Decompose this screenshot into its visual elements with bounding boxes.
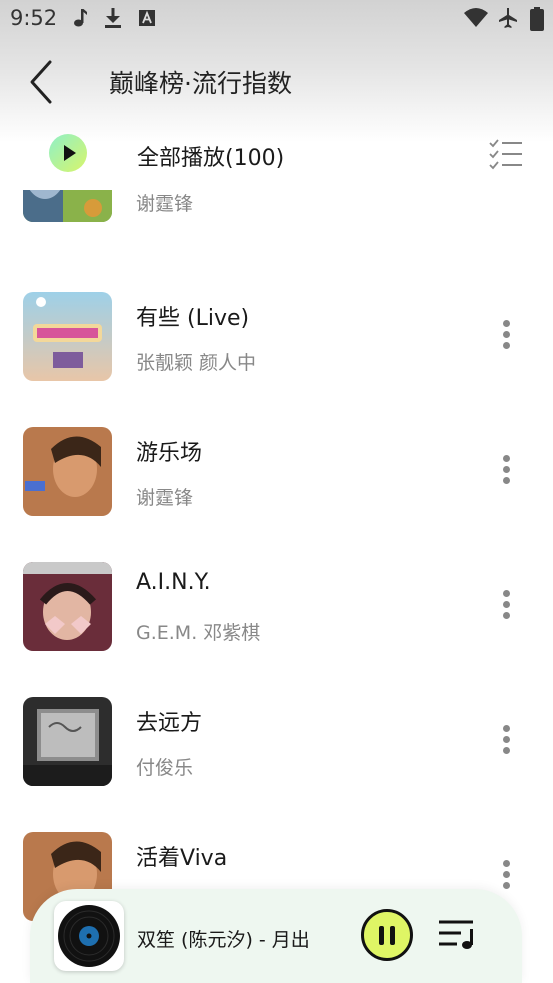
more-options-icon[interactable] (494, 588, 518, 626)
album-cover (23, 190, 112, 222)
now-playing-title: 双笙 (陈元汐) - 月出 (137, 929, 310, 951)
song-row[interactable]: 游乐场 谢霆锋 (0, 427, 553, 537)
more-options-icon[interactable] (494, 190, 518, 197)
song-artist: 谢霆锋 (136, 487, 194, 509)
song-artist: 谢霆锋 (136, 193, 194, 215)
header: 巅峰榜·流行指数 (0, 50, 553, 114)
song-list: 谢霆锋 有些 (Live) 张靓颖 颜人中 游乐场 谢霆锋 A.I.N.Y. G… (0, 190, 553, 983)
playlist-queue-icon[interactable] (437, 915, 479, 953)
back-button[interactable] (24, 58, 64, 106)
song-title: 有些 (Live) (136, 306, 250, 331)
pause-button[interactable] (361, 909, 413, 961)
song-title: 去远方 (136, 711, 203, 736)
song-title: 游乐场 (136, 441, 203, 466)
airplane-icon (499, 8, 517, 28)
song-artist: 张靓颖 颜人中 (136, 352, 257, 374)
multi-select-icon[interactable] (488, 138, 524, 170)
play-all-label[interactable]: 全部播放(100) (137, 140, 284, 172)
song-title: 活着Viva (136, 846, 228, 871)
play-icon (64, 145, 76, 161)
album-cover (23, 427, 112, 516)
more-options-icon[interactable] (494, 858, 518, 896)
a-letter-icon (139, 10, 155, 26)
page-title: 巅峰榜·流行指数 (109, 69, 292, 98)
song-artist: 付俊乐 (136, 757, 194, 779)
mini-player[interactable]: 双笙 (陈元汐) - 月出 (30, 889, 522, 983)
album-cover (23, 292, 112, 381)
song-artist: G.E.M. 邓紫棋 (136, 622, 261, 644)
status-time: 9:52 (10, 6, 58, 30)
play-all-icon[interactable] (49, 134, 87, 172)
battery-icon (530, 7, 544, 31)
song-row[interactable]: A.I.N.Y. G.E.M. 邓紫棋 (0, 562, 553, 672)
play-all-row[interactable]: 全部播放(100) (0, 122, 553, 186)
wifi-icon (464, 8, 488, 27)
download-icon (105, 8, 121, 28)
status-bar: 9:52 (0, 0, 553, 38)
song-row[interactable]: 有些 (Live) 张靓颖 颜人中 (0, 292, 553, 402)
more-options-icon[interactable] (494, 723, 518, 761)
more-options-icon[interactable] (494, 318, 518, 356)
song-title: A.I.N.Y. (136, 570, 211, 595)
album-cover (23, 562, 112, 651)
song-row[interactable]: 谢霆锋 (0, 190, 553, 243)
album-cover (23, 697, 112, 786)
vinyl-record-icon[interactable] (54, 901, 124, 971)
more-options-icon[interactable] (494, 453, 518, 491)
song-row[interactable]: 去远方 付俊乐 (0, 697, 553, 807)
music-note-icon (74, 9, 87, 27)
